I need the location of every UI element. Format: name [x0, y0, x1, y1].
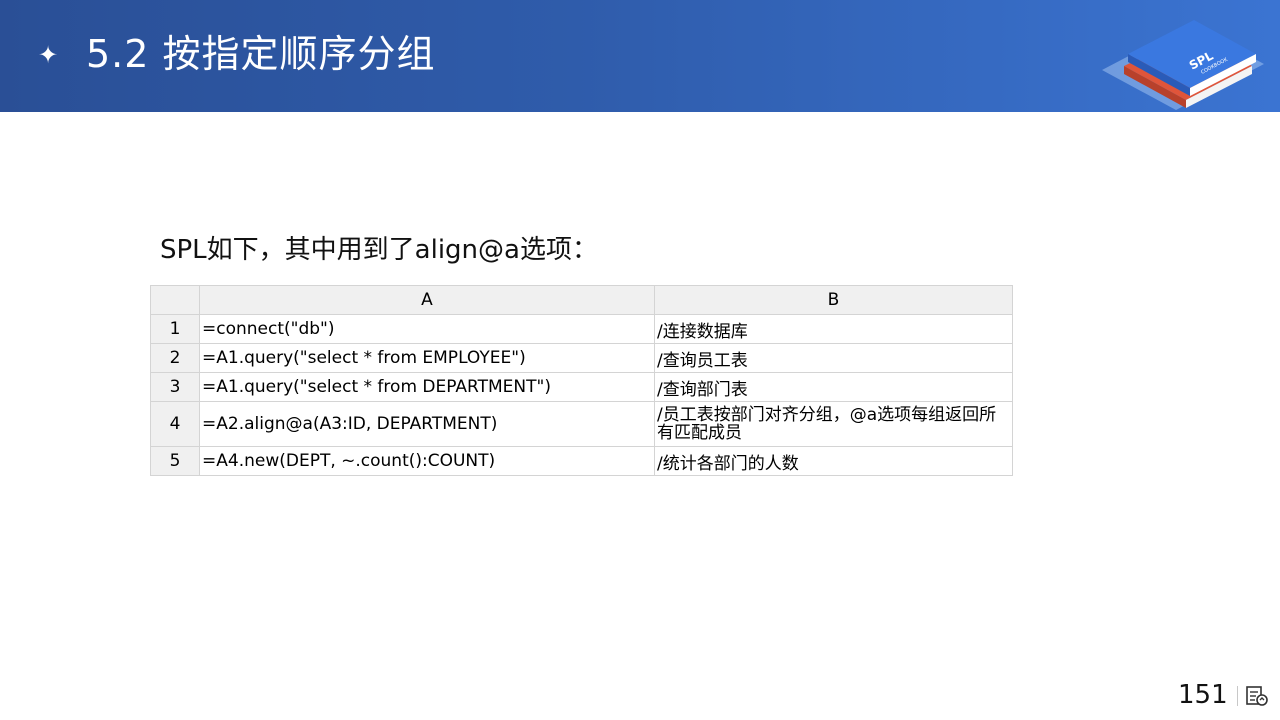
table-row: 1 =connect("db") /连接数据库 — [150, 314, 1013, 344]
row-number[interactable]: 3 — [150, 372, 200, 402]
cell-a4[interactable]: =A2.align@a(A3:ID, DEPARTMENT) — [199, 401, 655, 447]
slide-navigation-icon[interactable] — [1245, 684, 1269, 708]
table-row: 3 =A1.query("select * from DEPARTMENT") … — [150, 372, 1013, 402]
star-icon: ✦ — [38, 41, 59, 69]
intro-text: SPL如下，其中用到了align@a选项： — [160, 235, 598, 265]
divider — [1237, 686, 1238, 706]
row-number[interactable]: 5 — [150, 446, 200, 476]
title-bar: ✦ 5.2 按指定顺序分组 — [0, 0, 1280, 112]
cell-a5[interactable]: =A4.new(DEPT, ~.count():COUNT) — [199, 446, 655, 476]
cell-b3[interactable]: /查询部门表 — [654, 372, 1013, 402]
spl-code-grid: A B 1 =connect("db") /连接数据库 2 =A1.query(… — [150, 285, 1013, 476]
cell-a2[interactable]: =A1.query("select * from EMPLOYEE") — [199, 343, 655, 373]
column-header-a[interactable]: A — [199, 285, 655, 315]
cell-a1[interactable]: =connect("db") — [199, 314, 655, 344]
table-row: 4 =A2.align@a(A3:ID, DEPARTMENT) /员工表按部门… — [150, 401, 1013, 447]
row-number[interactable]: 2 — [150, 343, 200, 373]
table-row: 2 =A1.query("select * from EMPLOYEE") /查… — [150, 343, 1013, 373]
cell-b5[interactable]: /统计各部门的人数 — [654, 446, 1013, 476]
column-header-b[interactable]: B — [654, 285, 1013, 315]
cell-b2[interactable]: /查询员工表 — [654, 343, 1013, 373]
cell-b1[interactable]: /连接数据库 — [654, 314, 1013, 344]
spl-cookbook-logo: SPL COOKBOOK — [1102, 20, 1264, 110]
row-number[interactable]: 1 — [150, 314, 200, 344]
table-row: 5 =A4.new(DEPT, ~.count():COUNT) /统计各部门的… — [150, 446, 1013, 476]
slide-title: 5.2 按指定顺序分组 — [86, 32, 436, 76]
cell-a3[interactable]: =A1.query("select * from DEPARTMENT") — [199, 372, 655, 402]
row-number[interactable]: 4 — [150, 401, 200, 447]
page-number: 151 — [1178, 680, 1228, 710]
corner-cell — [150, 285, 200, 315]
cell-b4[interactable]: /员工表按部门对齐分组，@a选项每组返回所有匹配成员 — [654, 401, 1013, 447]
